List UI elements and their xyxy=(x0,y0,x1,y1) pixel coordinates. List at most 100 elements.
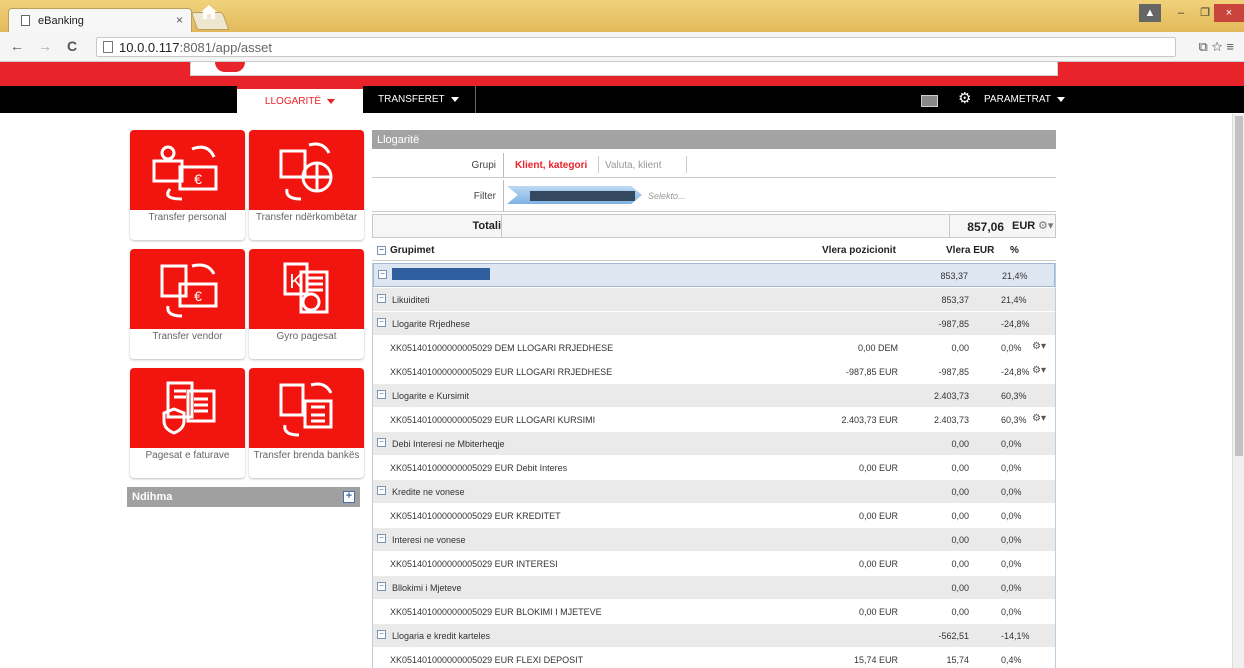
address-bar-row: ← → C 10.0.0.117:8081/app/asset ⧉☆≡ xyxy=(0,32,1244,62)
vertical-scrollbar[interactable] xyxy=(1232,114,1244,668)
row-position-value: -987,85 EUR xyxy=(845,367,898,377)
total-label: Totali xyxy=(472,220,501,232)
tile-label: Pagesat e faturave xyxy=(145,450,230,461)
grouping-label: Grupi xyxy=(471,160,496,171)
row-eur-value: -987,85 xyxy=(938,367,969,377)
browser-menu-icons[interactable]: ⧉☆≡ xyxy=(1199,39,1238,55)
gear-icon[interactable]: ⚙▾ xyxy=(1032,413,1046,424)
filter-chip[interactable] xyxy=(507,186,642,204)
expand-plus-icon[interactable]: + xyxy=(343,491,355,503)
group-row[interactable]: − Llogaria e kredit karteles -562,51 -14,1% xyxy=(373,623,1055,647)
collapse-icon[interactable]: − xyxy=(377,486,386,495)
minimize-button[interactable]: – xyxy=(1170,4,1192,22)
row-eur-value: 0,00 xyxy=(951,511,969,521)
tab-accounts[interactable]: LLOGARITË xyxy=(237,86,363,114)
row-name: Llogarite e Kursimit xyxy=(392,391,470,401)
maximize-button[interactable]: ❐ xyxy=(1194,4,1216,22)
row-eur-value: 853,37 xyxy=(941,295,969,305)
account-row[interactable]: XK051401000000005029 EUR INTERESI 0,00 EU… xyxy=(373,551,1055,575)
collapse-all-icon[interactable]: − xyxy=(377,246,386,255)
grouping-option-client-category[interactable]: Klient, kategori xyxy=(515,160,587,171)
back-button[interactable]: ← xyxy=(10,38,24,54)
collapse-icon[interactable]: − xyxy=(377,438,386,447)
collapse-icon[interactable]: − xyxy=(377,582,386,591)
account-row[interactable]: XK051401000000005029 EUR LLOGARI RRJEDHE… xyxy=(373,359,1055,383)
home-icon[interactable] xyxy=(200,4,218,24)
filter-label: Filter xyxy=(473,191,496,202)
tile-bill-payment[interactable]: Pagesat e faturave xyxy=(130,368,245,478)
account-row[interactable]: XK051401000000005029 EUR Debit Interes 0,… xyxy=(373,455,1055,479)
browser-tab[interactable]: eBanking × xyxy=(8,8,192,32)
group-row[interactable]: − Bllokimi i Mjeteve 0,00 0,0% xyxy=(373,575,1055,599)
account-row[interactable]: XK051401000000005029 DEM LLOGARI RRJEDHE… xyxy=(373,335,1055,359)
collapse-icon[interactable]: − xyxy=(377,390,386,399)
params-menu[interactable]: PARAMETRAT xyxy=(972,86,1077,113)
row-name: Bllokimi i Mjeteve xyxy=(392,583,462,593)
col-eur[interactable]: Vlera EUR xyxy=(946,245,994,256)
tile-domestic-transfer[interactable]: € Transfer vendor xyxy=(130,249,245,359)
collapse-icon[interactable]: − xyxy=(378,270,387,279)
tile-giro-payment[interactable]: K Gyro pagesat xyxy=(249,249,364,359)
help-label: Ndihma xyxy=(132,491,173,503)
row-position-value: 0,00 EUR xyxy=(858,559,898,569)
group-row[interactable]: − Likuiditeti 853,37 21,4% xyxy=(373,287,1055,311)
collapse-icon[interactable]: − xyxy=(377,294,386,303)
col-pct[interactable]: % xyxy=(1010,245,1019,256)
total-value: 857,06 xyxy=(967,220,1004,234)
gear-icon[interactable]: ⚙ xyxy=(958,89,971,107)
chevron-down-icon xyxy=(327,99,336,104)
internal-transfer-icon xyxy=(279,382,332,437)
gear-icon[interactable]: ⚙▾ xyxy=(1038,219,1053,232)
tile-international-transfer[interactable]: Transfer ndërkombëtar xyxy=(249,130,364,240)
gear-icon[interactable]: ⚙▾ xyxy=(1032,341,1046,352)
account-row[interactable]: XK051401000000005029 EUR KREDITET 0,00 EU… xyxy=(373,503,1055,527)
row-eur-value: -562,51 xyxy=(938,631,969,641)
bank-logo[interactable] xyxy=(215,62,245,72)
account-row[interactable]: XK051401000000005029 EUR LLOGARI KURSIMI… xyxy=(373,407,1055,431)
tab-transfers[interactable]: TRANSFERET xyxy=(366,86,471,113)
forward-button[interactable]: → xyxy=(38,38,52,54)
collapse-icon[interactable]: − xyxy=(377,534,386,543)
svg-text:€: € xyxy=(194,288,202,304)
account-row[interactable]: XK051401000000005029 EUR BLOKIMI I MJETE… xyxy=(373,599,1055,623)
panel-title: Llogaritë xyxy=(372,130,1056,149)
total-currency[interactable]: EUR xyxy=(1012,220,1035,232)
col-position[interactable]: Vlera pozicionit xyxy=(822,245,896,256)
group-row[interactable]: − Llogarite e Kursimit 2.403,73 60,3% xyxy=(373,383,1055,407)
group-row[interactable]: − Interesi ne vonese 0,00 0,0% xyxy=(373,527,1055,551)
header-box xyxy=(190,62,1058,76)
divider xyxy=(503,180,504,211)
group-row[interactable]: − Kredite ne vonese 0,00 0,0% xyxy=(373,479,1055,503)
giro-payment-icon: K xyxy=(283,262,328,314)
group-row[interactable]: − Llogarite Rrjedhese -987,85 -24,8% xyxy=(373,311,1055,335)
row-position-value: 0,00 EUR xyxy=(858,607,898,617)
filter-row: Filter Selekto... xyxy=(372,180,1056,212)
gear-icon[interactable]: ⚙▾ xyxy=(1032,365,1046,376)
reload-button[interactable]: C xyxy=(67,38,77,54)
row-pct-value: 0,0% xyxy=(1001,511,1022,521)
international-transfer-icon xyxy=(279,142,332,201)
group-row[interactable]: − Debi Interesi ne Mbiterheqje 0,00 0,0% xyxy=(373,431,1055,455)
scrollbar-thumb[interactable] xyxy=(1235,116,1243,456)
redacted-text xyxy=(530,191,635,201)
close-window-button[interactable]: × xyxy=(1214,4,1244,22)
row-pct-value: 0,0% xyxy=(1001,559,1022,569)
tile-personal-transfer[interactable]: € Transfer personal xyxy=(130,130,245,240)
user-icon[interactable]: ▲ xyxy=(1139,4,1161,22)
help-section-header[interactable]: Ndihma + xyxy=(127,487,360,507)
account-row[interactable]: XK051401000000005029 EUR FLEXI DEPOSIT 15… xyxy=(373,647,1055,668)
tab-close-icon[interactable]: × xyxy=(176,13,183,27)
collapse-icon[interactable]: − xyxy=(377,630,386,639)
messages-icon[interactable] xyxy=(921,95,938,107)
row-pct-value: 0,0% xyxy=(1001,439,1022,449)
filter-select[interactable]: Selekto... xyxy=(648,191,686,201)
row-eur-value: 0,00 xyxy=(951,559,969,569)
col-groups[interactable]: Grupimet xyxy=(390,245,434,256)
tab-title: eBanking xyxy=(38,14,84,27)
tile-internal-transfer[interactable]: Transfer brenda bankës xyxy=(249,368,364,478)
svg-text:K: K xyxy=(289,271,303,293)
url-input[interactable]: 10.0.0.117:8081/app/asset xyxy=(96,37,1176,57)
group-row[interactable]: − 853,37 21,4% xyxy=(373,263,1055,287)
grouping-option-currency-client[interactable]: Valuta, klient xyxy=(605,160,662,171)
collapse-icon[interactable]: − xyxy=(377,318,386,327)
